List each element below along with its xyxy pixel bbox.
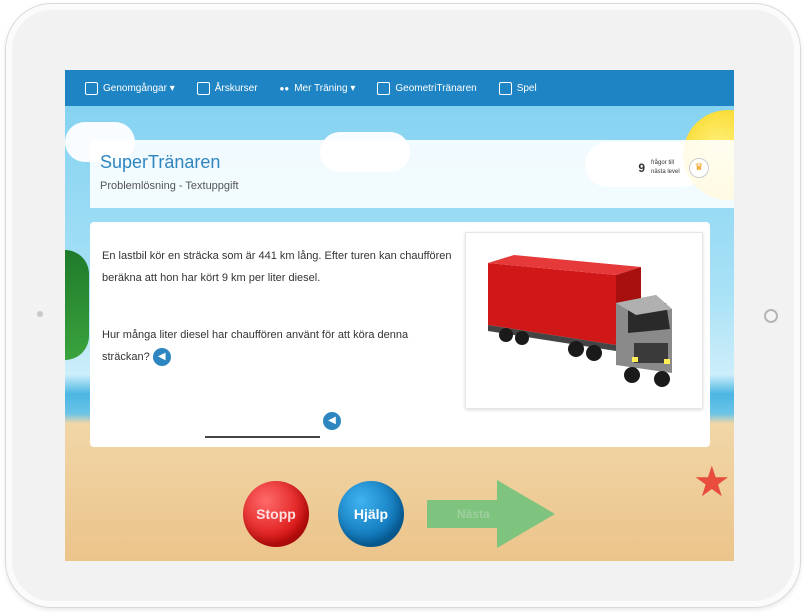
nav-label: Spel [516, 82, 537, 94]
top-navbar: Genomgångar ▾ Årskurser ●● Mer Träning ▾… [65, 70, 734, 106]
question-block: Hur många liter diesel har chauffören an… [102, 324, 452, 368]
answer-input[interactable] [205, 418, 324, 438]
dots-icon: ●● [279, 83, 290, 93]
nav-arskurser[interactable]: Årskurser [196, 81, 258, 95]
question-text: Hur många liter diesel har chauffören an… [102, 329, 409, 363]
help-button[interactable]: Hjälp [338, 481, 404, 547]
speaker-icon[interactable]: ◀ [323, 412, 341, 430]
nav-spel[interactable]: Spel [498, 81, 537, 95]
progress-text: frågor till nästa level [651, 160, 680, 175]
video-icon [85, 81, 98, 95]
next-label: Nästa [457, 507, 490, 521]
nav-label: Genomgångar ▾ [103, 82, 175, 94]
home-button[interactable] [764, 309, 778, 323]
book-icon [196, 81, 210, 95]
medal-icon: ♛ [689, 158, 709, 178]
app-screen: ★ Genomgångar ▾ Årskurser ●● Mer Träning… [65, 70, 734, 561]
problem-card: En lastbil kör en sträcka som är 441 km … [90, 222, 710, 447]
palm-tree-decoration [65, 250, 89, 360]
geometry-icon [377, 81, 391, 95]
truck-image [465, 232, 703, 409]
page-title: SuperTränaren [100, 152, 221, 172]
nav-genomgangar[interactable]: Genomgångar ▾ [85, 81, 175, 95]
starfish-decoration: ★ [693, 458, 731, 505]
next-button[interactable]: Nästa [427, 480, 555, 548]
level-progress: 9 frågor till nästa level ♛ [638, 158, 709, 178]
camera-icon [37, 311, 43, 317]
problem-text: En lastbil kör en sträcka som är 441 km … [102, 250, 452, 284]
gamepad-icon [498, 81, 512, 95]
nav-label: Årskurser [214, 82, 258, 94]
truck-illustration [488, 255, 672, 387]
answer-underline [205, 436, 320, 438]
page-subtitle: Problemlösning - Textuppgift [100, 180, 239, 192]
exercise-header: SuperTränaren Problemlösning - Textuppgi… [90, 140, 734, 208]
next-arrow-icon [427, 480, 555, 548]
nav-label: Mer Träning ▾ [294, 82, 356, 94]
progress-count: 9 [638, 161, 645, 175]
nav-mer-traning[interactable]: ●● Mer Träning ▾ [280, 83, 356, 94]
stop-button[interactable]: Stopp [243, 481, 309, 547]
nav-label: GeometriTränaren [395, 82, 477, 94]
nav-geometritranaren[interactable]: GeometriTränaren [377, 81, 477, 95]
speaker-icon[interactable]: ◀ [152, 348, 171, 367]
